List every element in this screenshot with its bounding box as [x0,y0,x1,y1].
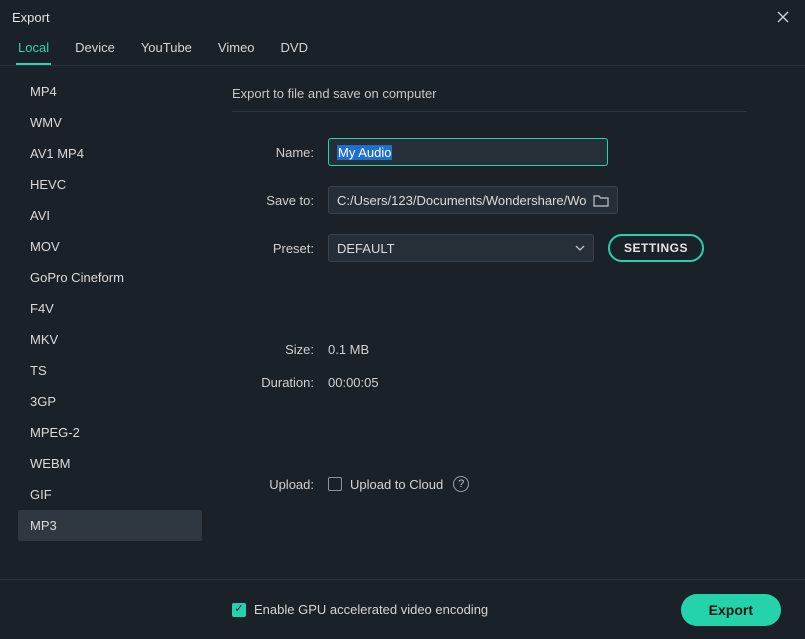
format-item-gopro-cineform[interactable]: GoPro Cineform [18,262,202,293]
export-dialog: Export Local Device YouTube Vimeo DVD MP4WMV… [0,0,805,639]
gpu-checkbox[interactable]: ✓ [232,603,246,617]
format-sidebar: MP4WMVAV1 MP4HEVCAVIMOVGoPro CineformF4V… [0,66,202,579]
titlebar: Export [0,0,805,34]
preset-select[interactable]: DEFAULT [328,234,594,262]
window-title: Export [12,10,50,25]
duration-label: Duration: [232,375,328,390]
duration-row: Duration: 00:00:05 [232,375,747,390]
upload-label: Upload: [232,477,328,492]
format-item-mpeg-2[interactable]: MPEG-2 [18,417,202,448]
preset-label: Preset: [232,241,328,256]
format-item-f4v[interactable]: F4V [18,293,202,324]
upload-checkbox[interactable] [328,477,342,491]
size-row: Size: 0.1 MB [232,342,747,357]
export-button[interactable]: Export [681,594,781,626]
format-item-mp3[interactable]: MP3 [18,510,202,541]
tab-local[interactable]: Local [16,40,51,65]
format-item-mov[interactable]: MOV [18,231,202,262]
export-form: Name: My Audio Save to: C:/Users/123/Doc… [232,138,747,492]
export-tabs: Local Device YouTube Vimeo DVD [0,34,805,66]
name-label: Name: [232,145,328,160]
size-value: 0.1 MB [328,342,369,357]
gpu-label: Enable GPU accelerated video encoding [254,602,488,617]
format-item-mp4[interactable]: MP4 [18,76,202,107]
format-item-mkv[interactable]: MKV [18,324,202,355]
format-item-av1-mp4[interactable]: AV1 MP4 [18,138,202,169]
upload-checkbox-label: Upload to Cloud [350,477,443,492]
check-icon: ✓ [234,604,243,615]
chevron-down-icon [575,245,585,251]
name-input-text: My Audio [337,145,392,160]
tab-vimeo[interactable]: Vimeo [216,40,257,65]
tab-dvd[interactable]: DVD [279,40,310,65]
saveto-label: Save to: [232,193,328,208]
format-item-3gp[interactable]: 3GP [18,386,202,417]
saveto-field[interactable]: C:/Users/123/Documents/Wondershare/Wo [328,186,618,214]
help-icon[interactable]: ? [453,476,469,492]
preset-value: DEFAULT [337,241,569,256]
format-item-webm[interactable]: WEBM [18,448,202,479]
content-area: MP4WMVAV1 MP4HEVCAVIMOVGoPro CineformF4V… [0,66,805,579]
tab-device[interactable]: Device [73,40,117,65]
folder-icon[interactable] [593,193,609,207]
name-row: Name: My Audio [232,138,747,166]
size-label: Size: [232,342,328,357]
format-list: MP4WMVAV1 MP4HEVCAVIMOVGoPro CineformF4V… [18,76,202,541]
main-panel: Export to file and save on computer Name… [202,66,805,579]
tab-youtube[interactable]: YouTube [139,40,194,65]
format-item-wmv[interactable]: WMV [18,107,202,138]
format-item-gif[interactable]: GIF [18,479,202,510]
name-field[interactable]: My Audio [328,138,608,166]
close-button[interactable] [773,7,793,27]
format-item-avi[interactable]: AVI [18,200,202,231]
settings-button[interactable]: SETTINGS [608,234,704,262]
saveto-row: Save to: C:/Users/123/Documents/Wondersh… [232,186,747,214]
saveto-value: C:/Users/123/Documents/Wondershare/Wo [337,193,587,208]
format-item-ts[interactable]: TS [18,355,202,386]
gpu-row: ✓ Enable GPU accelerated video encoding [232,602,488,617]
format-item-hevc[interactable]: HEVC [18,169,202,200]
close-icon [777,11,789,23]
footer: ✓ Enable GPU accelerated video encoding … [0,579,805,639]
upload-row: Upload: Upload to Cloud ? [232,476,747,492]
preset-row: Preset: DEFAULT SETTINGS [232,234,747,262]
export-description: Export to file and save on computer [232,86,747,112]
duration-value: 00:00:05 [328,375,379,390]
